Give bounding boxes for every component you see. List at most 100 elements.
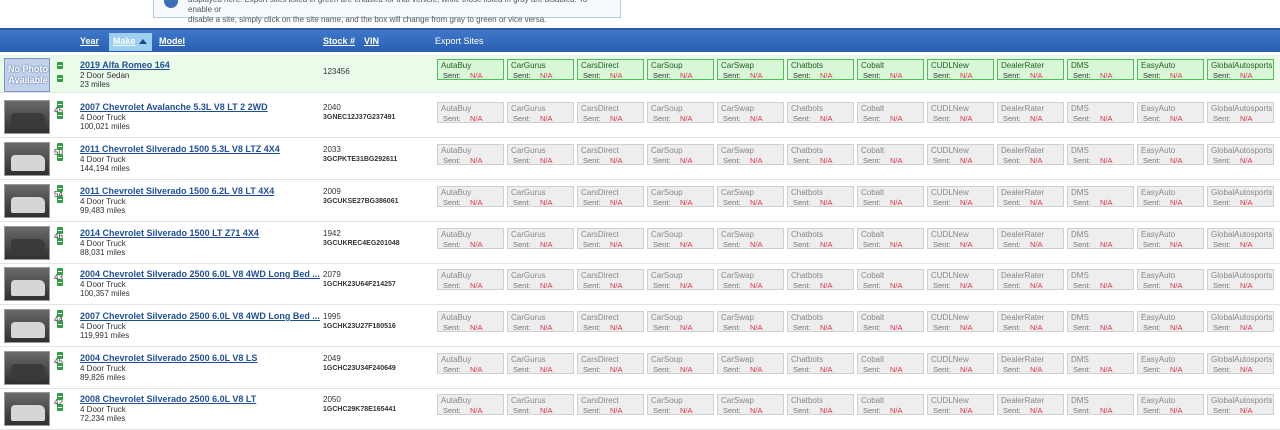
export-site-toggle-chatbots[interactable]: Chatbots Sent: N/A <box>787 186 854 207</box>
export-site-name[interactable]: AutaBuy <box>441 61 471 70</box>
export-site-name[interactable]: Cobalt <box>861 313 884 322</box>
export-site-name[interactable]: Cobalt <box>861 271 884 280</box>
export-site-name[interactable]: GlobalAutosports <box>1211 230 1272 239</box>
export-site-toggle-carsdirect[interactable]: CarsDirect Sent: N/A <box>577 144 644 165</box>
export-site-toggle-autabuy[interactable]: AutaBuy Sent: N/A <box>437 144 504 165</box>
vehicle-title-link[interactable]: 2004 Chevrolet Silverado 2500 6.0L V8 4W… <box>80 269 320 279</box>
export-site-name[interactable]: CarGurus <box>511 146 546 155</box>
export-site-name[interactable]: DMS <box>1071 313 1089 322</box>
export-site-name[interactable]: CarSoup <box>651 271 683 280</box>
export-site-toggle-carswap[interactable]: CarSwap Sent: N/A <box>717 186 784 207</box>
export-site-toggle-globalautosports[interactable]: GlobalAutosports Sent: N/A <box>1207 311 1274 332</box>
export-site-toggle-easyauto[interactable]: EasyAuto Sent: N/A <box>1137 353 1204 374</box>
export-site-name[interactable]: DealerRater <box>1001 104 1044 113</box>
export-site-name[interactable]: EasyAuto <box>1141 230 1175 239</box>
export-site-name[interactable]: EasyAuto <box>1141 61 1175 70</box>
export-site-name[interactable]: CarsDirect <box>581 396 619 405</box>
sort-model-link[interactable]: Model <box>159 36 185 46</box>
export-site-name[interactable]: DMS <box>1071 104 1089 113</box>
export-site-toggle-cargurus[interactable]: CarGurus Sent: N/A <box>507 59 574 80</box>
export-site-name[interactable]: CarsDirect <box>581 313 619 322</box>
export-site-name[interactable]: DealerRater <box>1001 313 1044 322</box>
status-icon[interactable] <box>57 112 63 119</box>
export-site-toggle-autabuy[interactable]: AutaBuy Sent: N/A <box>437 269 504 290</box>
sort-stock-link[interactable]: Stock # <box>323 36 355 46</box>
export-site-name[interactable]: CUDLNew <box>931 104 969 113</box>
export-site-name[interactable]: AutaBuy <box>441 271 471 280</box>
export-site-name[interactable]: DMS <box>1071 188 1089 197</box>
export-site-name[interactable]: DealerRater <box>1001 61 1044 70</box>
export-site-name[interactable]: CarSoup <box>651 230 683 239</box>
status-icon[interactable] <box>57 62 63 69</box>
export-site-toggle-chatbots[interactable]: Chatbots Sent: N/A <box>787 144 854 165</box>
export-site-name[interactable]: CarGurus <box>511 61 546 70</box>
vehicle-photo[interactable] <box>4 309 50 343</box>
status-icon[interactable] <box>57 393 63 400</box>
export-site-toggle-globalautosports[interactable]: GlobalAutosports Sent: N/A <box>1207 228 1274 249</box>
export-site-name[interactable]: CarsDirect <box>581 104 619 113</box>
export-site-toggle-autabuy[interactable]: AutaBuy Sent: N/A <box>437 59 504 80</box>
export-site-name[interactable]: CarSoup <box>651 104 683 113</box>
status-icon[interactable] <box>57 310 63 317</box>
export-site-toggle-carswap[interactable]: CarSwap Sent: N/A <box>717 144 784 165</box>
export-site-name[interactable]: CarsDirect <box>581 188 619 197</box>
export-site-toggle-dealerrater[interactable]: DealerRater Sent: N/A <box>997 186 1064 207</box>
export-site-toggle-dealerrater[interactable]: DealerRater Sent: N/A <box>997 269 1064 290</box>
export-site-toggle-carswap[interactable]: CarSwap Sent: N/A <box>717 102 784 123</box>
export-site-name[interactable]: Chatbots <box>791 230 823 239</box>
export-site-name[interactable]: CarsDirect <box>581 355 619 364</box>
export-site-toggle-cobalt[interactable]: Cobalt Sent: N/A <box>857 228 924 249</box>
export-site-name[interactable]: CarSwap <box>721 188 754 197</box>
export-site-toggle-cobalt[interactable]: Cobalt Sent: N/A <box>857 394 924 415</box>
export-site-name[interactable]: Chatbots <box>791 313 823 322</box>
export-site-toggle-autabuy[interactable]: AutaBuy Sent: N/A <box>437 311 504 332</box>
export-site-toggle-carsdirect[interactable]: CarsDirect Sent: N/A <box>577 311 644 332</box>
export-site-toggle-carsoup[interactable]: CarSoup Sent: N/A <box>647 394 714 415</box>
export-site-toggle-globalautosports[interactable]: GlobalAutosports Sent: N/A <box>1207 144 1274 165</box>
status-icon[interactable] <box>57 101 63 108</box>
export-site-toggle-cargurus[interactable]: CarGurus Sent: N/A <box>507 144 574 165</box>
export-site-toggle-chatbots[interactable]: Chatbots Sent: N/A <box>787 311 854 332</box>
export-site-name[interactable]: DMS <box>1071 61 1089 70</box>
export-site-toggle-carsdirect[interactable]: CarsDirect Sent: N/A <box>577 394 644 415</box>
vehicle-photo[interactable] <box>4 392 50 426</box>
export-site-toggle-carswap[interactable]: CarSwap Sent: N/A <box>717 228 784 249</box>
export-site-name[interactable]: CarSwap <box>721 355 754 364</box>
export-site-name[interactable]: AutaBuy <box>441 396 471 405</box>
vehicle-photo[interactable] <box>4 100 50 134</box>
export-site-name[interactable]: CarSoup <box>651 61 683 70</box>
export-site-toggle-carsdirect[interactable]: CarsDirect Sent: N/A <box>577 269 644 290</box>
export-site-toggle-cudlnew[interactable]: CUDLNew Sent: N/A <box>927 311 994 332</box>
export-site-toggle-cudlnew[interactable]: CUDLNew Sent: N/A <box>927 269 994 290</box>
export-site-name[interactable]: CarSoup <box>651 396 683 405</box>
export-site-name[interactable]: AutaBuy <box>441 313 471 322</box>
export-site-toggle-carsoup[interactable]: CarSoup Sent: N/A <box>647 311 714 332</box>
export-site-toggle-carswap[interactable]: CarSwap Sent: N/A <box>717 311 784 332</box>
status-icon[interactable] <box>57 227 63 234</box>
export-site-name[interactable]: GlobalAutosports <box>1211 313 1272 322</box>
export-site-name[interactable]: DMS <box>1071 355 1089 364</box>
vehicle-photo[interactable] <box>4 267 50 301</box>
vehicle-title-link[interactable]: 2014 Chevrolet Silverado 1500 LT Z71 4X4 <box>80 228 259 238</box>
export-site-name[interactable]: Chatbots <box>791 396 823 405</box>
status-icon[interactable] <box>57 154 63 161</box>
export-site-toggle-dealerrater[interactable]: DealerRater Sent: N/A <box>997 102 1064 123</box>
export-site-toggle-dms[interactable]: DMS Sent: N/A <box>1067 186 1134 207</box>
export-site-toggle-carsoup[interactable]: CarSoup Sent: N/A <box>647 144 714 165</box>
export-site-name[interactable]: AutaBuy <box>441 230 471 239</box>
export-site-toggle-chatbots[interactable]: Chatbots Sent: N/A <box>787 228 854 249</box>
export-site-name[interactable]: Cobalt <box>861 188 884 197</box>
export-site-toggle-dms[interactable]: DMS Sent: N/A <box>1067 144 1134 165</box>
vehicle-photo[interactable]: No Photo Available <box>4 58 50 92</box>
export-site-name[interactable]: CarSwap <box>721 313 754 322</box>
export-site-toggle-autabuy[interactable]: AutaBuy Sent: N/A <box>437 102 504 123</box>
export-site-name[interactable]: Chatbots <box>791 104 823 113</box>
vehicle-title-link[interactable]: 2007 Chevrolet Silverado 2500 6.0L V8 4W… <box>80 311 320 321</box>
export-site-toggle-cobalt[interactable]: Cobalt Sent: N/A <box>857 186 924 207</box>
export-site-name[interactable]: GlobalAutosports <box>1211 61 1272 70</box>
status-icon[interactable] <box>57 352 63 359</box>
export-site-toggle-dealerrater[interactable]: DealerRater Sent: N/A <box>997 228 1064 249</box>
export-site-toggle-cobalt[interactable]: Cobalt Sent: N/A <box>857 269 924 290</box>
status-icon[interactable] <box>57 268 63 275</box>
export-site-toggle-cudlnew[interactable]: CUDLNew Sent: N/A <box>927 228 994 249</box>
